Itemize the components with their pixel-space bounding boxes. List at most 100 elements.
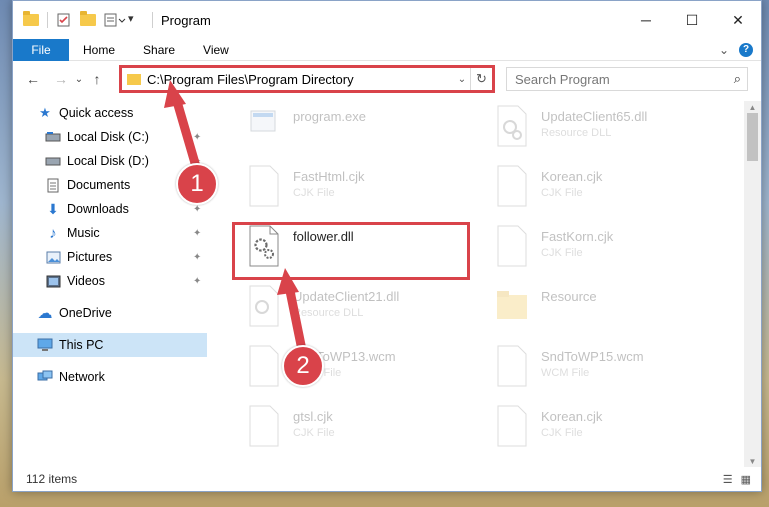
vertical-scrollbar[interactable]: ▲ ▼ [744, 101, 761, 467]
sidebar-item-downloads[interactable]: ⬇ Downloads ✦ [13, 197, 207, 221]
properties-icon[interactable] [56, 12, 72, 28]
file-name: gtsl.cjk [293, 409, 333, 424]
music-icon: ♪ [49, 224, 57, 242]
sidebar-item-label: Music [67, 226, 100, 240]
drive-icon [45, 129, 61, 145]
sidebar-item-pictures[interactable]: Pictures ✦ [13, 245, 207, 269]
tab-home[interactable]: Home [69, 39, 129, 61]
file-name: Korean.cjk [541, 409, 603, 424]
forward-button[interactable]: → [50, 68, 72, 90]
file-type: CJK File [293, 427, 335, 439]
search-input[interactable]: Search Program ⌕ [506, 67, 748, 91]
scroll-thumb[interactable] [747, 113, 758, 161]
sidebar-item-quick-access[interactable]: ★ Quick access [13, 101, 207, 125]
sidebar-item-music[interactable]: ♪ Music ✦ [13, 221, 207, 245]
sidebar-item-local-disk-d[interactable]: Local Disk (D:) ✦ [13, 149, 207, 173]
details-view-icon[interactable]: ☰ [723, 473, 733, 486]
dll-icon [247, 285, 281, 327]
dropdown-arrow-icon[interactable]: ▾ [128, 12, 144, 28]
search-icon[interactable]: ⌕ [734, 71, 741, 87]
picture-icon [45, 249, 61, 265]
status-bar: 112 items ☰ ▦ [13, 467, 761, 491]
sidebar-item-videos[interactable]: Videos ✦ [13, 269, 207, 293]
sidebar-item-label: Videos [67, 274, 105, 288]
tiles-view-icon[interactable]: ▦ [741, 473, 751, 486]
file-name: FastHtml.cjk [293, 169, 365, 184]
up-button[interactable]: ↑ [86, 68, 108, 90]
sidebar-item-label: Documents [67, 178, 131, 192]
back-button[interactable]: ← [22, 68, 44, 90]
file-item-updateclient21-dll[interactable]: UpdateClient21.dll Resource DLL [231, 281, 463, 337]
sidebar-item-network[interactable]: Network [13, 365, 207, 389]
step-badge-2: 2 [282, 345, 324, 387]
window-title: Program [161, 12, 211, 28]
tab-file[interactable]: File [13, 38, 69, 61]
file-highlight [232, 222, 470, 280]
file-type: CJK File [293, 187, 335, 199]
folder-item-resource[interactable]: Resource [479, 281, 711, 337]
tab-view[interactable]: View [189, 39, 243, 61]
pin-icon: ✦ [193, 227, 202, 239]
file-type: Resource DLL [541, 127, 612, 139]
file-name: Resource [541, 289, 597, 304]
sidebar-item-label: Network [59, 370, 105, 384]
file-type: CJK File [541, 427, 583, 439]
cloud-icon: ☁ [37, 305, 53, 322]
folder-icon [495, 285, 529, 327]
file-item-updateclient65-dll[interactable]: UpdateClient65.dll Resource DLL [479, 101, 711, 157]
customize-toolbar-icon[interactable] [104, 12, 126, 28]
maximize-button[interactable]: ☐ [669, 1, 715, 39]
pin-icon: ✦ [193, 131, 202, 143]
close-button[interactable]: ✕ [715, 1, 761, 39]
file-item-fasthtml-cjk[interactable]: FastHtml.cjk CJK File [231, 161, 463, 217]
pin-icon: ✦ [193, 203, 202, 215]
file-item-sndtowp13-wcm[interactable]: SndToWP13.wcm WCM File [231, 341, 463, 397]
file-name: SndToWP15.wcm [541, 349, 644, 364]
sidebar-item-local-disk-c[interactable]: Local Disk (C:) ✦ [13, 125, 207, 149]
view-buttons: ☰ ▦ [723, 473, 761, 486]
quick-access-toolbar: ▾ [13, 1, 153, 39]
help-icon[interactable]: ? [739, 42, 753, 57]
expand-ribbon-icon[interactable]: ⌄ [719, 43, 729, 57]
scroll-up-icon[interactable]: ▲ [744, 101, 761, 113]
download-icon: ⬇ [47, 200, 59, 217]
file-icon [247, 405, 281, 447]
file-icon [495, 165, 529, 207]
sidebar-item-this-pc[interactable]: This PC [13, 333, 207, 357]
dll-icon [495, 105, 529, 147]
address-bar-highlight [119, 65, 495, 93]
sidebar-item-label: Quick access [59, 106, 134, 120]
drive-icon [45, 153, 61, 169]
file-icon [247, 165, 281, 207]
scroll-down-icon[interactable]: ▼ [744, 455, 761, 467]
navigation-pane: ★ Quick access Local Disk (C:) ✦ Local D… [13, 101, 207, 467]
sidebar-item-label: Local Disk (D:) [67, 154, 149, 168]
sidebar-item-onedrive[interactable]: ☁ OneDrive [13, 301, 207, 325]
navigation-bar: ← → ⌄ ↑ C:\Program Files\Program Directo… [13, 63, 761, 95]
file-item-korean-cjk[interactable]: Korean.cjk CJK File [479, 161, 711, 217]
file-name: UpdateClient21.dll [293, 289, 400, 304]
sidebar-item-label: This PC [59, 338, 104, 352]
file-icon [495, 345, 529, 387]
file-list: program.exe UpdateClient65.dll Resource … [221, 101, 743, 467]
recent-locations-button[interactable]: ⌄ [72, 68, 86, 90]
item-count: 112 items [26, 472, 78, 486]
new-folder-icon[interactable] [80, 11, 96, 28]
file-item-korean-cjk-2[interactable]: Korean.cjk CJK File [479, 401, 711, 457]
file-item-program-exe[interactable]: program.exe [231, 101, 463, 157]
tab-share[interactable]: Share [129, 39, 189, 61]
file-item-sndtowp15-wcm[interactable]: SndToWP15.wcm WCM File [479, 341, 711, 397]
minimize-button[interactable]: ─ [623, 1, 669, 39]
file-type: WCM File [541, 367, 590, 379]
file-item-gtsl-cjk[interactable]: gtsl.cjk CJK File [231, 401, 463, 457]
folder-icon [23, 11, 39, 28]
file-icon [495, 405, 529, 447]
file-type: Resource DLL [293, 307, 364, 319]
file-item-fastkorn-cjk[interactable]: FastKorn.cjk CJK File [479, 221, 711, 277]
search-placeholder: Search Program [515, 71, 610, 87]
file-name: program.exe [293, 109, 366, 124]
pin-icon: ✦ [193, 251, 202, 263]
toolbar-divider [152, 12, 153, 28]
file-name: Korean.cjk [541, 169, 603, 184]
ribbon-right-controls: ⌄ ? [719, 42, 761, 57]
